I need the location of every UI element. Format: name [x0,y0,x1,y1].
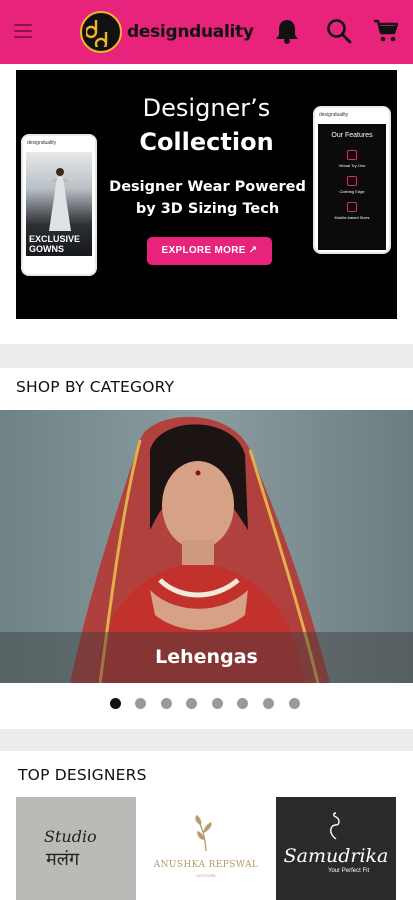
section-divider [0,729,413,751]
carousel-dot[interactable] [289,698,300,709]
section-title-designers: TOP DESIGNERS [18,766,147,784]
carousel-dot[interactable] [135,698,146,709]
leaf-logo-icon [195,815,212,852]
section-title-categories: SHOP BY CATEGORY [16,378,175,396]
app-header: designduality [0,0,413,64]
designer-tagline: Your Perfect Fit [328,868,370,874]
carousel-dot[interactable] [161,698,172,709]
features-title: Our Features [331,132,373,139]
try-on-icon [347,150,357,160]
designer-card-studio-malang[interactable]: Studio मलंग [16,797,136,900]
carousel-dots [110,698,310,710]
category-caption: Lehengas [155,646,258,668]
carousel-dot[interactable] [212,698,223,709]
carousel-dot[interactable] [110,698,121,709]
search-icon[interactable] [324,16,354,46]
designer-card-anushka-repswal[interactable]: ANUSHKA REPSWAL COUTURE [146,797,266,900]
brand-logo[interactable]: designduality [80,10,254,54]
carousel-dot[interactable] [237,698,248,709]
model-figure-icon [49,168,71,231]
designer-name-hindi: मलंग [46,849,80,870]
menu-icon[interactable] [14,24,34,40]
promo-banner[interactable]: designduality EXCLUSIVE GOWNS Designer’s… [16,70,397,319]
brand-name: designduality [127,22,254,42]
features-panel: Our Features Virtual Try-Ons Clothing Ed… [318,124,386,250]
explore-more-button[interactable]: EXPLORE MORE ↗ [147,237,272,265]
bell-icon[interactable] [272,16,302,46]
banner-subtitle: Designer Wear Powered by 3D Sizing Tech [109,179,306,217]
mock-label: EXCLUSIVE GOWNS [29,234,81,254]
carousel-dot[interactable] [263,698,274,709]
designer-name: ANUSHKA REPSWAL [153,860,259,870]
designer-tagline: COUTURE [196,873,216,878]
gown-image: EXCLUSIVE GOWNS [26,152,92,256]
swan-logo-icon [330,812,340,840]
logo-mark-icon [80,11,122,53]
feature-item: Mobile-based Sizes [334,215,370,220]
sizing-icon [347,202,357,212]
designer-name: Samudrika [283,845,389,867]
feature-item: Clothing Edge [339,189,365,194]
section-divider [0,344,413,368]
designer-card-samudrika[interactable]: Samudrika Your Perfect Fit [276,797,396,900]
designer-name: Studio [44,827,97,846]
clothing-icon [347,176,357,186]
feature-item: Virtual Try-Ons [338,163,366,168]
cart-icon[interactable] [372,16,402,46]
phone-mockup-right: designduality Our Features Virtual Try-O… [313,106,391,254]
carousel-dot[interactable] [186,698,197,709]
mock-brand: designduality [319,112,349,118]
